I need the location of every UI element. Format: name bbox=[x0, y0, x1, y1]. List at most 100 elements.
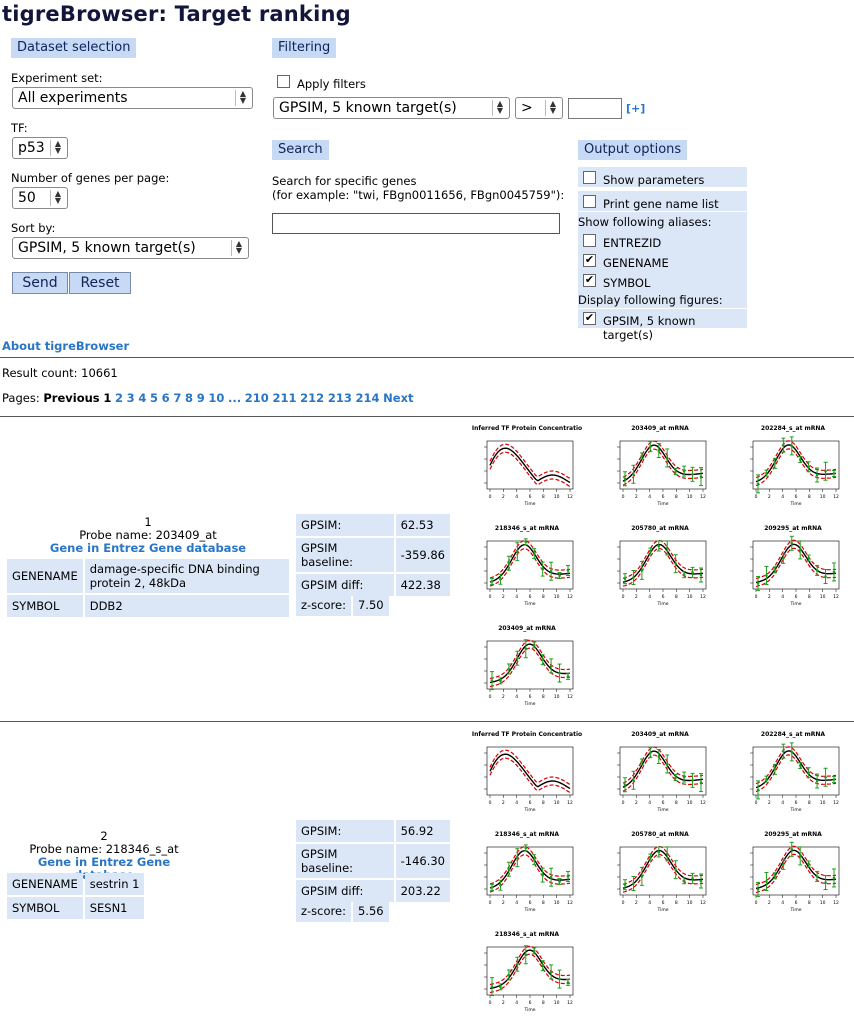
svg-text:2: 2 bbox=[502, 1000, 505, 1006]
svg-text:0: 0 bbox=[489, 694, 492, 700]
reset-button[interactable]: Reset bbox=[69, 272, 131, 294]
page-link[interactable]: 4 bbox=[138, 391, 146, 405]
page-link[interactable]: 9 bbox=[197, 391, 205, 405]
svg-text:0: 0 bbox=[755, 800, 758, 806]
figure-plot: 203409_at mRNA 0 2 4 6 8 10 12 Time bbox=[465, 625, 589, 717]
sort-by-select[interactable]: GPSIM, 5 known target(s) ▲ ▼ bbox=[12, 237, 249, 259]
svg-text:6: 6 bbox=[529, 900, 532, 906]
svg-text:4: 4 bbox=[781, 900, 784, 906]
table-cell: DDB2 bbox=[84, 595, 289, 617]
figure-plot: 202284_s_at mRNA 0 2 4 6 8 10 12 Time bbox=[731, 731, 854, 823]
svg-text:8: 8 bbox=[808, 494, 811, 500]
page-link[interactable]: 2 bbox=[115, 391, 123, 405]
table-row: z-score: 5.56 bbox=[296, 900, 389, 922]
search-header: Search bbox=[272, 140, 329, 160]
svg-text:Time: Time bbox=[656, 601, 668, 607]
sort-by-label: Sort by: bbox=[11, 221, 56, 235]
page-link[interactable]: 210 bbox=[245, 391, 269, 405]
svg-text:8: 8 bbox=[542, 1000, 545, 1006]
page-link[interactable]: 7 bbox=[173, 391, 181, 405]
page-title: tigreBrowser: Target ranking bbox=[2, 2, 351, 26]
alias-entrezid-row: ENTREZID bbox=[578, 231, 747, 251]
page-link[interactable]: 3 bbox=[127, 391, 135, 405]
entrez-gene-link[interactable]: Gene in Entrez Gene database bbox=[6, 542, 290, 555]
tf-select[interactable]: p53 ▲ ▼ bbox=[12, 137, 68, 159]
svg-text:0: 0 bbox=[755, 494, 758, 500]
svg-text:2: 2 bbox=[502, 494, 505, 500]
svg-text:4: 4 bbox=[781, 494, 784, 500]
svg-text:6: 6 bbox=[795, 494, 798, 500]
tf-value: p53 bbox=[18, 140, 45, 156]
filter-field-select[interactable]: GPSIM, 5 known target(s) ▲ ▼ bbox=[273, 97, 510, 119]
svg-text:10: 10 bbox=[820, 900, 826, 906]
table-cell: SYMBOL bbox=[7, 897, 83, 919]
svg-text:10: 10 bbox=[554, 694, 560, 700]
svg-text:10: 10 bbox=[687, 900, 693, 906]
experiment-set-select[interactable]: All experiments ▲ ▼ bbox=[12, 87, 253, 109]
svg-text:12: 12 bbox=[833, 800, 839, 806]
svg-text:4: 4 bbox=[781, 594, 784, 600]
page-link[interactable]: 6 bbox=[162, 391, 170, 405]
result-count: Result count: 10661 bbox=[2, 366, 118, 380]
alias-genename-row: ✔ GENENAME bbox=[578, 251, 747, 271]
print-gene-list-row: Print gene name list bbox=[578, 191, 747, 211]
svg-text:4: 4 bbox=[648, 494, 651, 500]
output-options-header: Output options bbox=[578, 140, 688, 160]
page-link[interactable]: 212 bbox=[300, 391, 324, 405]
plot-title: 218346_s_at mRNA bbox=[494, 831, 560, 838]
print-gene-list-checkbox[interactable] bbox=[583, 195, 596, 208]
table-cell: GPSIM baseline: bbox=[296, 538, 394, 572]
svg-text:8: 8 bbox=[675, 900, 678, 906]
alias-genename-checkbox[interactable]: ✔ bbox=[583, 254, 596, 267]
alias-entrezid-checkbox[interactable] bbox=[583, 234, 596, 247]
svg-text:2: 2 bbox=[635, 494, 638, 500]
svg-text:12: 12 bbox=[567, 694, 573, 700]
svg-text:6: 6 bbox=[795, 900, 798, 906]
table-cell: SYMBOL bbox=[7, 595, 83, 617]
page-link[interactable]: 10 bbox=[208, 391, 224, 405]
figure-plot: 218346_s_at mRNA 0 2 4 6 8 10 12 Time bbox=[465, 525, 589, 617]
show-parameters-checkbox[interactable] bbox=[583, 171, 596, 184]
filter-operator-select[interactable]: > ▲ ▼ bbox=[515, 97, 563, 119]
svg-text:Time: Time bbox=[523, 807, 535, 813]
filter-value-input[interactable] bbox=[568, 98, 622, 119]
page-link[interactable]: 8 bbox=[185, 391, 193, 405]
next-page-link[interactable]: Next bbox=[383, 391, 413, 405]
alias-symbol-checkbox[interactable]: ✔ bbox=[583, 274, 596, 287]
about-link[interactable]: About tigreBrowser bbox=[2, 339, 129, 353]
svg-text:Time: Time bbox=[789, 601, 801, 607]
page-link[interactable]: 213 bbox=[328, 391, 352, 405]
svg-text:0: 0 bbox=[622, 800, 625, 806]
genes-per-page-select[interactable]: 50 ▲ ▼ bbox=[12, 187, 68, 209]
svg-text:10: 10 bbox=[687, 800, 693, 806]
page-link[interactable]: 214 bbox=[355, 391, 379, 405]
previous-page: Previous bbox=[43, 391, 100, 405]
plot-graphic: 0 2 4 6 8 10 12 Time bbox=[484, 746, 574, 813]
svg-text:2: 2 bbox=[768, 900, 771, 906]
page-link[interactable]: ... bbox=[228, 391, 241, 405]
svg-text:Time: Time bbox=[789, 907, 801, 913]
svg-text:10: 10 bbox=[554, 900, 560, 906]
send-button[interactable]: Send bbox=[12, 272, 68, 294]
page-link[interactable]: 211 bbox=[272, 391, 296, 405]
table-cell: 203.22 bbox=[395, 880, 450, 902]
divider bbox=[0, 416, 854, 417]
plot-graphic: 0 2 4 6 8 10 12 Time bbox=[617, 845, 707, 913]
svg-text:2: 2 bbox=[502, 594, 505, 600]
svg-text:0: 0 bbox=[755, 900, 758, 906]
svg-text:2: 2 bbox=[502, 800, 505, 806]
apply-filters-checkbox[interactable] bbox=[277, 75, 290, 88]
page-link[interactable]: 5 bbox=[150, 391, 158, 405]
svg-text:12: 12 bbox=[567, 494, 573, 500]
result-1-alias-table: GENENAME damage-specific DNA binding pro… bbox=[5, 557, 291, 619]
add-filter-link[interactable]: [+] bbox=[626, 102, 645, 115]
search-input[interactable] bbox=[272, 213, 560, 234]
table-cell: GENENAME bbox=[7, 559, 83, 593]
alias-genename-label: GENENAME bbox=[603, 256, 669, 270]
figure-gpsim-label: GPSIM, 5 known target(s) bbox=[603, 314, 696, 342]
chevron-updown-icon: ▲ ▼ bbox=[231, 240, 246, 256]
apply-filters-label: Apply filters bbox=[297, 77, 366, 91]
svg-text:6: 6 bbox=[662, 494, 665, 500]
svg-text:6: 6 bbox=[795, 800, 798, 806]
figure-gpsim-checkbox[interactable]: ✔ bbox=[583, 312, 596, 325]
